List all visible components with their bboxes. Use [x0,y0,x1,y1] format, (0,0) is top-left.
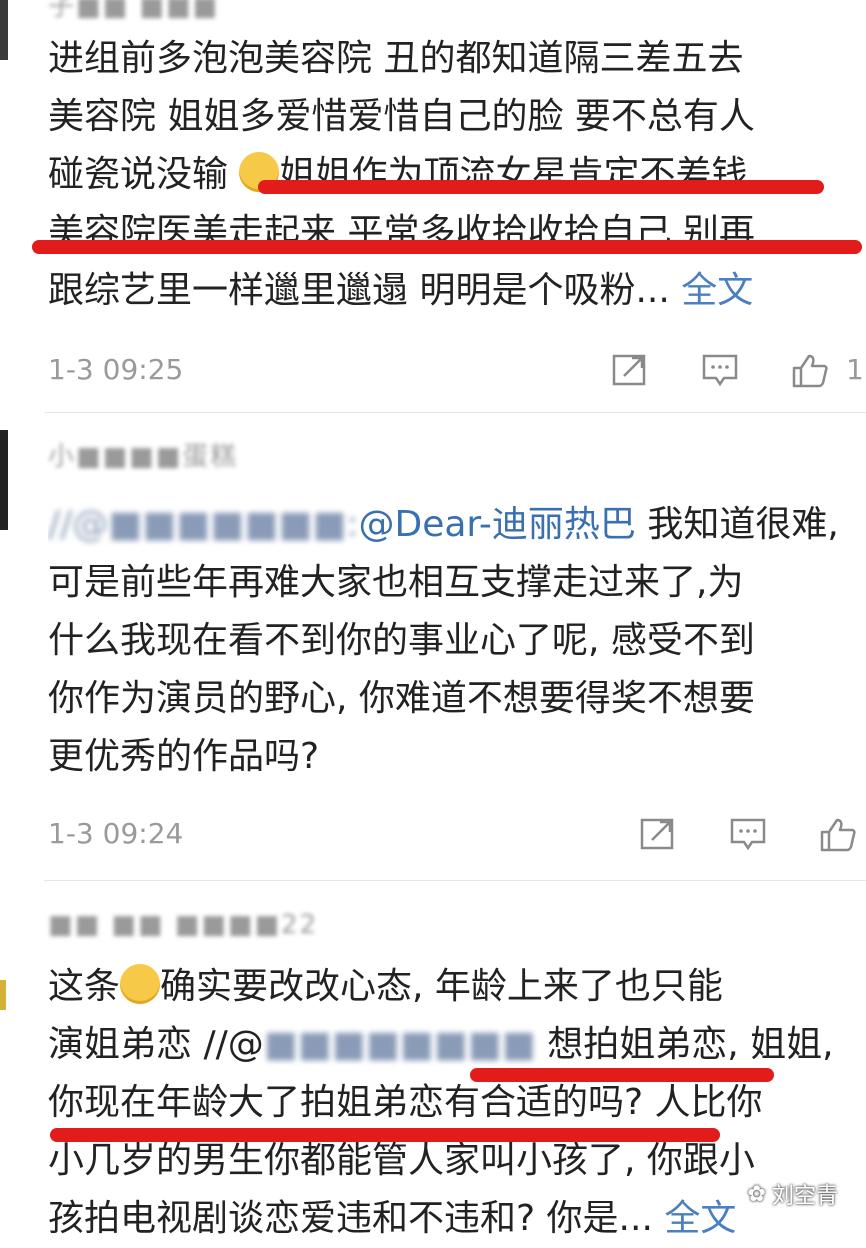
highlight-underline [50,1128,720,1142]
highlight-underline [470,1068,774,1082]
wechat-icon: ✿ [747,1181,766,1207]
timestamp: 1-3 09:24 [48,817,184,850]
blurred-mention[interactable]: ■■■■■■■■ [264,1024,536,1065]
comment-text: 进组前多泡泡美容院 丑的都知道隔三差五去 美容院 姐姐多爱惜爱惜自己的脸 要不总… [48,30,856,320]
comment-line-part: 跟综艺里一样邋里邋遢 明明是个吸粉... [48,270,670,311]
comment-1: 子■■ ■■■ 进组前多泡泡美容院 丑的都知道隔三差五去 美容院 姐姐多爱惜爱惜… [0,0,866,410]
like-icon[interactable] [818,816,858,852]
comment-line: 跟综艺里一样邋里邋遢 明明是个吸粉... 全文 [48,262,856,320]
comment-line: 进组前多泡泡美容院 丑的都知道隔三差五去 [48,38,744,79]
comment-line: 什么我现在看不到你的事业心了呢, 感受不到 [48,620,755,661]
mention-link[interactable]: @Dear-迪丽热巴 [358,504,635,545]
divider [44,880,866,881]
watermark: ✿ 刘空青 [748,1178,838,1210]
comment-line-part: 确实要改改心态, 年龄上来了也只能 [160,966,723,1007]
comment-text: 这条 确实要改改心态, 年龄上来了也只能 演姐弟恋 //@■■■■■■■■ 想拍姐… [48,958,856,1248]
username[interactable]: 小■■■■蛋糕 [48,436,238,473]
comment-line: 碰瓷说没输 姐姐作为顶流女星肯定不差钱 [48,146,856,204]
comment-meta: 1-3 09:24 [48,814,866,854]
comment-line: 美容院 姐姐多爱惜爱惜自己的脸 要不总有人 [48,96,755,137]
comment-line: 你作为演员的野心, 你难道不想要得奖不想要 [48,678,755,719]
timestamp: 1-3 09:25 [48,353,184,386]
read-more-link[interactable]: 全文 [664,1198,736,1239]
comment-icon[interactable] [728,816,768,852]
comment-line: //@■■■■■■■:@Dear-迪丽热巴 我知道很难, [48,496,856,554]
highlight-underline [258,180,824,194]
username[interactable]: 子■■ ■■■ [48,0,219,23]
comment-line: 可是前些年再难大家也相互支撑走过来了,为 [48,562,744,603]
comment-line-part: 孩拍电视剧谈恋爱违和不违和? 你是... [48,1198,653,1239]
comment-line-part: 这条 [48,966,121,1007]
divider [44,412,866,413]
username[interactable]: ■■ ■■ ■■■■22 [48,910,318,940]
avatar[interactable] [0,0,8,60]
comment-line: 演姐弟恋 //@■■■■■■■■ 想拍姐弟恋, 姐姐, [48,1016,856,1074]
comment-line-part: 想拍姐弟恋, 姐姐, [547,1024,834,1065]
comment-meta: 1-3 09:25 1 [48,350,866,390]
avatar[interactable] [0,430,8,530]
comment-line-part: 演姐弟恋 //@ [48,1024,264,1065]
highlight-underline [32,240,862,254]
comment-line-part: 我知道很难, [647,504,839,545]
comment-line: 这条 确实要改改心态, 年龄上来了也只能 [48,958,856,1016]
mention-prefix[interactable]: //@■■■■■■■: [48,504,358,545]
laugh-cry-emoji-icon [120,964,161,1004]
read-more-link[interactable]: 全文 [681,270,753,311]
share-icon[interactable] [638,816,678,852]
comment-text: //@■■■■■■■:@Dear-迪丽热巴 我知道很难, 可是前些年再难大家也相… [48,496,856,786]
comment-2: 小■■■■蛋糕 //@■■■■■■■:@Dear-迪丽热巴 我知道很难, 可是前… [0,420,866,880]
comment-line: 更优秀的作品吗? [48,736,320,777]
comment-3: ■■ ■■ ■■■■22 这条 确实要改改心态, 年龄上来了也只能 演姐弟恋 //… [0,890,866,1239]
avatar[interactable] [0,980,6,1010]
comment-icon[interactable] [700,352,740,388]
like-count: 1 [846,353,864,386]
comment-line-part: 碰瓷说没输 [48,154,229,195]
watermark-text: 刘空青 [771,1184,838,1209]
share-icon[interactable] [610,352,650,388]
comment-line: 你现在年龄大了拍姐弟恋有合适的吗? 人比你 [48,1082,763,1123]
like-icon[interactable] [790,352,830,388]
comment-line: 孩拍电视剧谈恋爱违和不违和? 你是... 全文 [48,1190,856,1248]
